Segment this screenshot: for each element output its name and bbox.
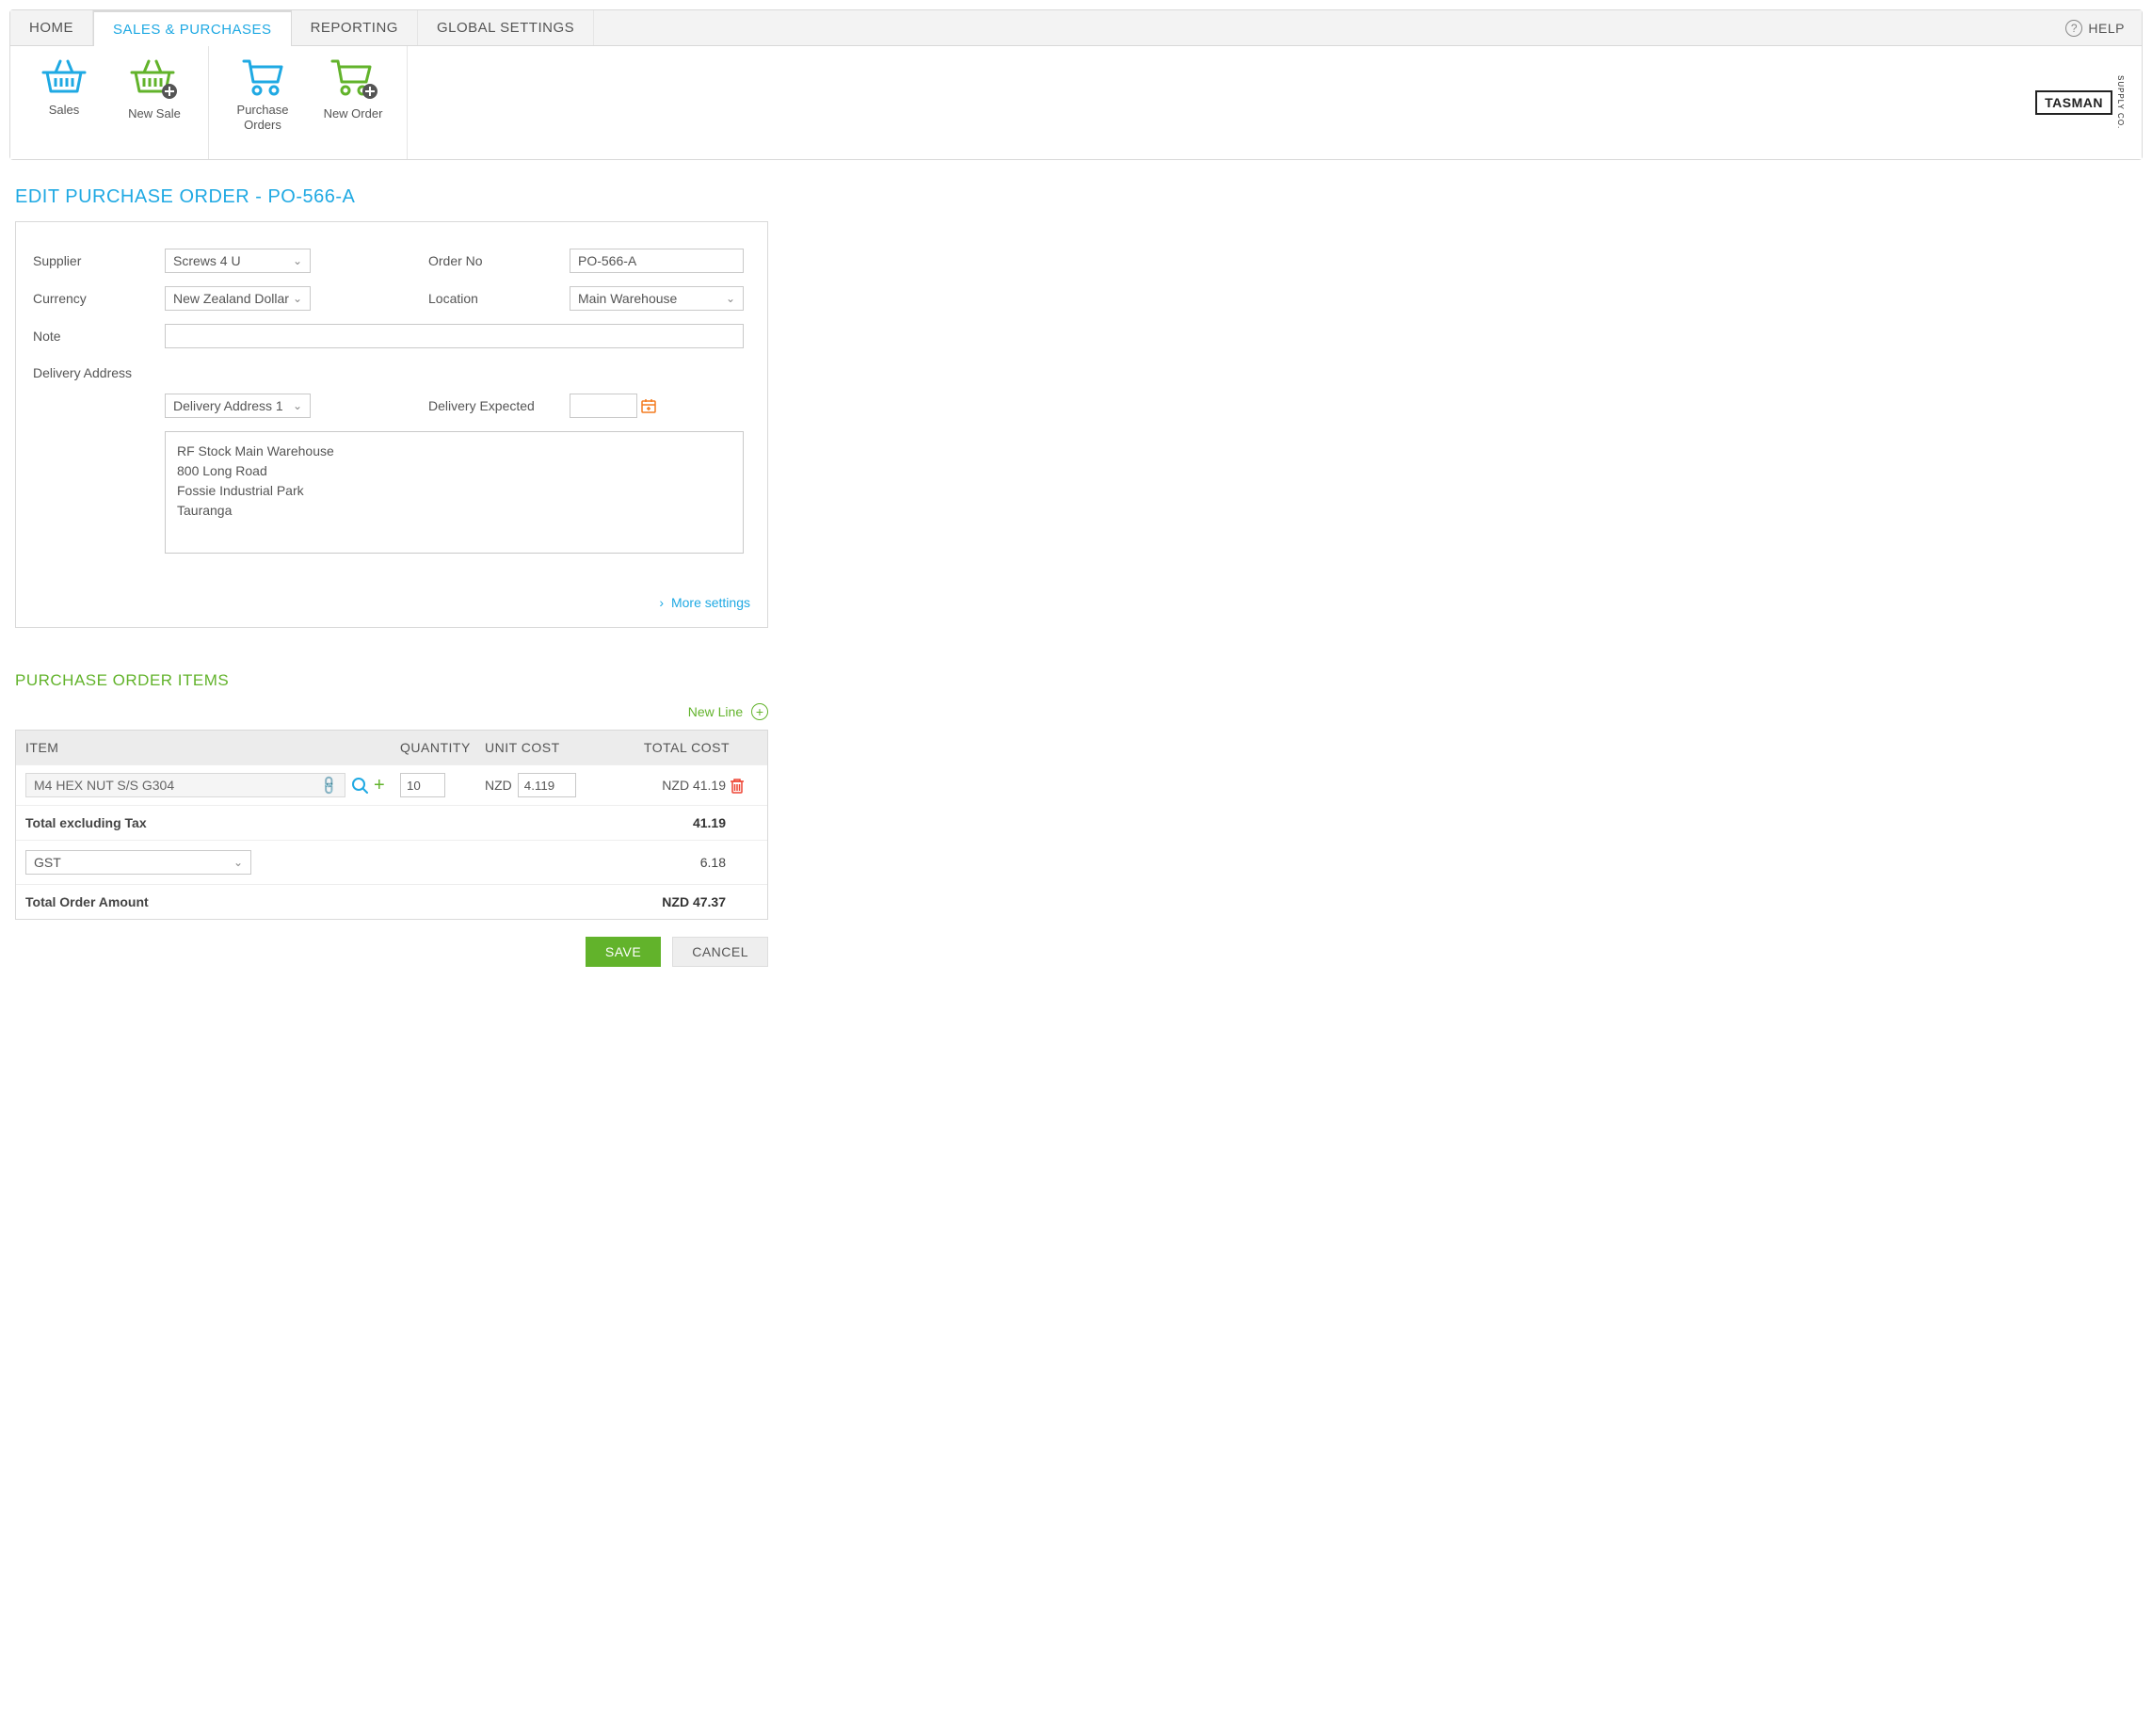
- delete-row-icon[interactable]: [730, 777, 758, 794]
- plus-icon[interactable]: +: [374, 776, 385, 795]
- brand-logo: TASMAN SUPPLY CO.: [2018, 46, 2142, 159]
- item-row: M4 HEX NUT S/S G304 🔗 + NZD NZD 41.19: [16, 764, 767, 805]
- items-panel: ITEM QUANTITY UNIT COST TOTAL COST M4 HE…: [15, 730, 768, 920]
- help-label: HELP: [2088, 21, 2125, 36]
- page-title: EDIT PURCHASE ORDER - PO-566-A: [0, 169, 2152, 221]
- orderno-input[interactable]: [570, 249, 744, 273]
- ribbon-po-label: Purchase Orders: [226, 103, 299, 132]
- delivery-address-text[interactable]: RF Stock Main Warehouse 800 Long Road Fo…: [165, 431, 744, 554]
- tax-select[interactable]: GST ⌄: [25, 850, 251, 875]
- currency-label: Currency: [33, 291, 165, 306]
- currency-select[interactable]: New Zealand Dollar ⌄: [165, 286, 311, 311]
- supplier-select[interactable]: Screws 4 U ⌄: [165, 249, 311, 273]
- po-form-panel: Supplier Screws 4 U ⌄ Order No Currency …: [15, 221, 768, 628]
- delivery-address-label: Delivery Address: [33, 362, 165, 380]
- supplier-label: Supplier: [33, 253, 165, 268]
- items-section-title: PURCHASE ORDER ITEMS: [0, 637, 2152, 698]
- tab-home[interactable]: HOME: [10, 10, 93, 45]
- item-name-input[interactable]: M4 HEX NUT S/S G304 🔗: [25, 773, 345, 797]
- ribbon-new-order-label: New Order: [324, 106, 383, 121]
- save-button[interactable]: SAVE: [586, 937, 661, 967]
- calendar-icon[interactable]: [640, 397, 657, 414]
- location-select[interactable]: Main Warehouse ⌄: [570, 286, 744, 311]
- note-label: Note: [33, 329, 165, 344]
- brand-sub: SUPPLY CO.: [2116, 75, 2125, 129]
- more-settings-link[interactable]: › More settings: [33, 595, 750, 610]
- col-unit: UNIT COST: [485, 740, 598, 755]
- basket-plus-icon: [130, 56, 179, 101]
- chevron-down-icon: ⌄: [293, 254, 302, 267]
- grand-total-label: Total Order Amount: [25, 894, 400, 909]
- col-item: ITEM: [25, 740, 400, 755]
- link-icon: 🔗: [317, 774, 340, 796]
- chevron-down-icon: ⌄: [293, 292, 302, 305]
- note-input[interactable]: [165, 324, 744, 348]
- plus-circle-icon: +: [751, 703, 768, 720]
- tax-value: 6.18: [598, 855, 730, 870]
- brand-name: TASMAN: [2035, 90, 2112, 115]
- help-link[interactable]: ? HELP: [2048, 10, 2142, 45]
- subtotal-value: 41.19: [598, 815, 730, 830]
- delivery-expected-input[interactable]: [570, 394, 637, 418]
- location-label: Location: [428, 291, 570, 306]
- subtotal-label: Total excluding Tax: [25, 815, 400, 830]
- ribbon-new-sale[interactable]: New Sale: [118, 56, 191, 153]
- delivery-address-select[interactable]: Delivery Address 1 ⌄: [165, 394, 311, 418]
- delivery-expected-label: Delivery Expected: [428, 398, 570, 413]
- col-qty: QUANTITY: [400, 740, 485, 755]
- ribbon-sales-label: Sales: [49, 103, 80, 118]
- grand-total-value: NZD 47.37: [598, 894, 730, 909]
- ribbon: Sales New Sale: [10, 46, 2142, 159]
- chevron-down-icon: ⌄: [233, 856, 243, 869]
- unit-cost-input[interactable]: [518, 773, 576, 797]
- top-nav: HOME SALES & PURCHASES REPORTING GLOBAL …: [10, 10, 2142, 46]
- qty-input[interactable]: [400, 773, 445, 797]
- tab-reporting[interactable]: REPORTING: [292, 10, 418, 45]
- basket-icon: [41, 56, 87, 97]
- cart-icon: [240, 56, 285, 97]
- ribbon-purchase-orders[interactable]: Purchase Orders: [226, 56, 299, 153]
- orderno-label: Order No: [428, 253, 570, 268]
- col-total: TOTAL COST: [598, 740, 730, 755]
- ribbon-new-order[interactable]: New Order: [316, 56, 390, 153]
- chevron-right-icon: ›: [659, 595, 664, 610]
- chevron-down-icon: ⌄: [293, 399, 302, 412]
- tab-sales-purchases[interactable]: SALES & PURCHASES: [93, 10, 292, 46]
- search-icon[interactable]: [351, 777, 368, 794]
- row-total: NZD 41.19: [598, 778, 730, 793]
- cancel-button[interactable]: CANCEL: [672, 937, 768, 967]
- tab-global-settings[interactable]: GLOBAL SETTINGS: [418, 10, 594, 45]
- ribbon-sales[interactable]: Sales: [27, 56, 101, 153]
- ribbon-new-sale-label: New Sale: [128, 106, 181, 121]
- help-icon: ?: [2065, 20, 2082, 37]
- new-line-button[interactable]: New Line +: [15, 698, 768, 730]
- chevron-down-icon: ⌄: [726, 292, 735, 305]
- cart-plus-icon: [329, 56, 377, 101]
